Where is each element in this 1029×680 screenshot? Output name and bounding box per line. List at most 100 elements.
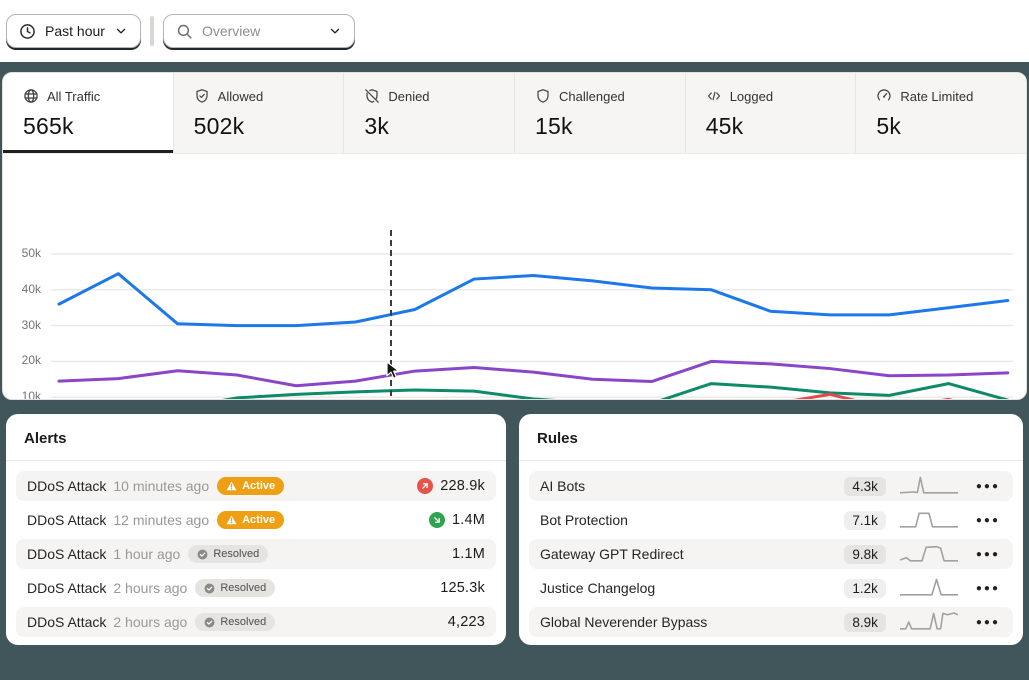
alert-row[interactable]: DDoS Attack 10 minutes ago Active 228.9k [16, 471, 496, 501]
check-circle-icon [204, 583, 215, 594]
alert-title: DDoS Attack [27, 512, 106, 528]
topbar: Past hour Overview [0, 0, 1029, 62]
tab-label: Rate Limited [900, 89, 973, 104]
tab-value: 502k [194, 113, 344, 140]
rule-sparkline [900, 543, 958, 565]
globe-icon [23, 88, 39, 104]
search-icon [176, 23, 193, 40]
view-select[interactable]: Overview [163, 14, 355, 48]
y-tick-label: 10k [7, 389, 41, 400]
status-badge-resolved: Resolved [195, 579, 275, 597]
traffic-overview-card: All Traffic 565k Allowed 502k [2, 72, 1027, 400]
alerts-panel: Alerts DDoS Attack 10 minutes ago Active… [6, 414, 506, 645]
alert-time: 10 minutes ago [113, 478, 209, 494]
tab-value: 5k [876, 113, 1026, 140]
chevron-down-icon [114, 24, 128, 38]
rules-panel: Rules AI Bots 4.3k ●●● Bot Protection 7.… [519, 414, 1023, 645]
chevron-down-icon [328, 24, 342, 38]
rule-sparkline [900, 509, 958, 531]
shield-off-icon [364, 88, 380, 104]
alert-time: 1 hour ago [113, 546, 180, 562]
alert-row[interactable]: DDoS Attack 12 minutes ago Active 1.4M [16, 505, 496, 535]
check-circle-icon [204, 617, 215, 628]
tab-label: Challenged [559, 89, 625, 104]
time-range-select[interactable]: Past hour [6, 14, 141, 48]
rules-list: AI Bots 4.3k ●●● Bot Protection 7.1k ●●●… [519, 461, 1023, 637]
tab-label: Allowed [218, 89, 264, 104]
shield-check-icon [194, 88, 210, 104]
warning-triangle-icon [226, 481, 237, 491]
tab-all-traffic[interactable]: All Traffic 565k [3, 73, 174, 153]
trend-down-icon [429, 512, 445, 528]
rule-row[interactable]: AI Bots 4.3k ●●● [529, 471, 1013, 501]
status-label: Resolved [220, 616, 266, 628]
alert-row[interactable]: DDoS Attack 2 hours ago Resolved 4,223 [16, 607, 496, 637]
warning-triangle-icon [226, 515, 237, 525]
y-tick-label: 50k [7, 246, 41, 260]
rule-sparkline [900, 611, 958, 633]
rule-value: 9.8k [844, 545, 886, 564]
chart-canvas [2, 225, 1027, 400]
tab-label: All Traffic [47, 89, 100, 104]
alert-value: 4,223 [448, 614, 485, 630]
rule-row[interactable]: Global Neverender Bypass 8.9k ●●● [529, 607, 1013, 637]
tab-label: Denied [388, 89, 429, 104]
time-range-label: Past hour [45, 23, 105, 39]
alert-value: 1.4M [452, 512, 485, 528]
rule-name: Justice Changelog [540, 580, 844, 596]
status-label: Active [242, 514, 275, 526]
ellipsis-icon[interactable]: ●●● [974, 513, 1002, 528]
shield-icon [535, 88, 551, 104]
tab-label: Logged [730, 89, 773, 104]
alert-row[interactable]: DDoS Attack 2 hours ago Resolved 125.3k [16, 573, 496, 603]
tab-challenged[interactable]: Challenged 15k [515, 73, 686, 153]
tab-denied[interactable]: Denied 3k [344, 73, 515, 153]
metric-tabs: All Traffic 565k Allowed 502k [3, 73, 1026, 154]
rule-name: Global Neverender Bypass [540, 614, 844, 630]
ellipsis-icon[interactable]: ●●● [974, 479, 1002, 494]
tab-value: 3k [364, 113, 514, 140]
tab-rate-limited[interactable]: Rate Limited 5k [856, 73, 1026, 153]
status-badge-active: Active [217, 477, 284, 495]
mouse-cursor-icon [384, 361, 401, 380]
tab-value: 45k [706, 113, 856, 140]
status-badge-active: Active [217, 511, 284, 529]
alert-time: 2 hours ago [113, 614, 187, 630]
alert-value: 125.3k [440, 580, 485, 596]
ellipsis-icon[interactable]: ●●● [974, 547, 1002, 562]
alert-time: 2 hours ago [113, 580, 187, 596]
rule-row[interactable]: Bot Protection 7.1k ●●● [529, 505, 1013, 535]
rule-value: 8.9k [844, 613, 886, 632]
ellipsis-icon[interactable]: ●●● [974, 615, 1002, 630]
status-label: Resolved [213, 548, 259, 560]
dashboard-page: Past hour Overview All Tra [0, 0, 1029, 680]
check-circle-icon [197, 549, 208, 560]
alert-title: DDoS Attack [27, 614, 106, 630]
rule-value: 1.2k [844, 579, 886, 598]
rule-row[interactable]: Gateway GPT Redirect 9.8k ●●● [529, 539, 1013, 569]
tab-logged[interactable]: Logged 45k [686, 73, 857, 153]
alert-value: 1.1M [452, 546, 485, 562]
code-icon [706, 88, 722, 104]
series-blue [59, 274, 1008, 326]
tab-allowed[interactable]: Allowed 502k [174, 73, 345, 153]
tab-value: 565k [23, 113, 173, 140]
alert-row[interactable]: DDoS Attack 1 hour ago Resolved 1.1M [16, 539, 496, 569]
rule-name: Gateway GPT Redirect [540, 546, 844, 562]
status-badge-resolved: Resolved [188, 545, 268, 563]
alerts-list: DDoS Attack 10 minutes ago Active 228.9k… [6, 461, 506, 637]
rule-name: AI Bots [540, 478, 844, 494]
alerts-title: Alerts [6, 414, 506, 461]
trend-up-icon [417, 478, 433, 494]
status-label: Active [242, 480, 275, 492]
traffic-line-chart[interactable]: 0k10k20k30k40k50k 1:00 AM1:15 AM1:30 AM1… [3, 225, 1027, 400]
ellipsis-icon[interactable]: ●●● [974, 581, 1002, 596]
alert-title: DDoS Attack [27, 580, 106, 596]
rule-row[interactable]: Justice Changelog 1.2k ●●● [529, 573, 1013, 603]
rule-value: 7.1k [844, 511, 886, 530]
series-purple [59, 361, 1008, 385]
y-tick-label: 30k [7, 318, 41, 332]
status-label: Resolved [220, 582, 266, 594]
tab-value: 15k [535, 113, 685, 140]
view-select-value: Overview [202, 23, 319, 39]
